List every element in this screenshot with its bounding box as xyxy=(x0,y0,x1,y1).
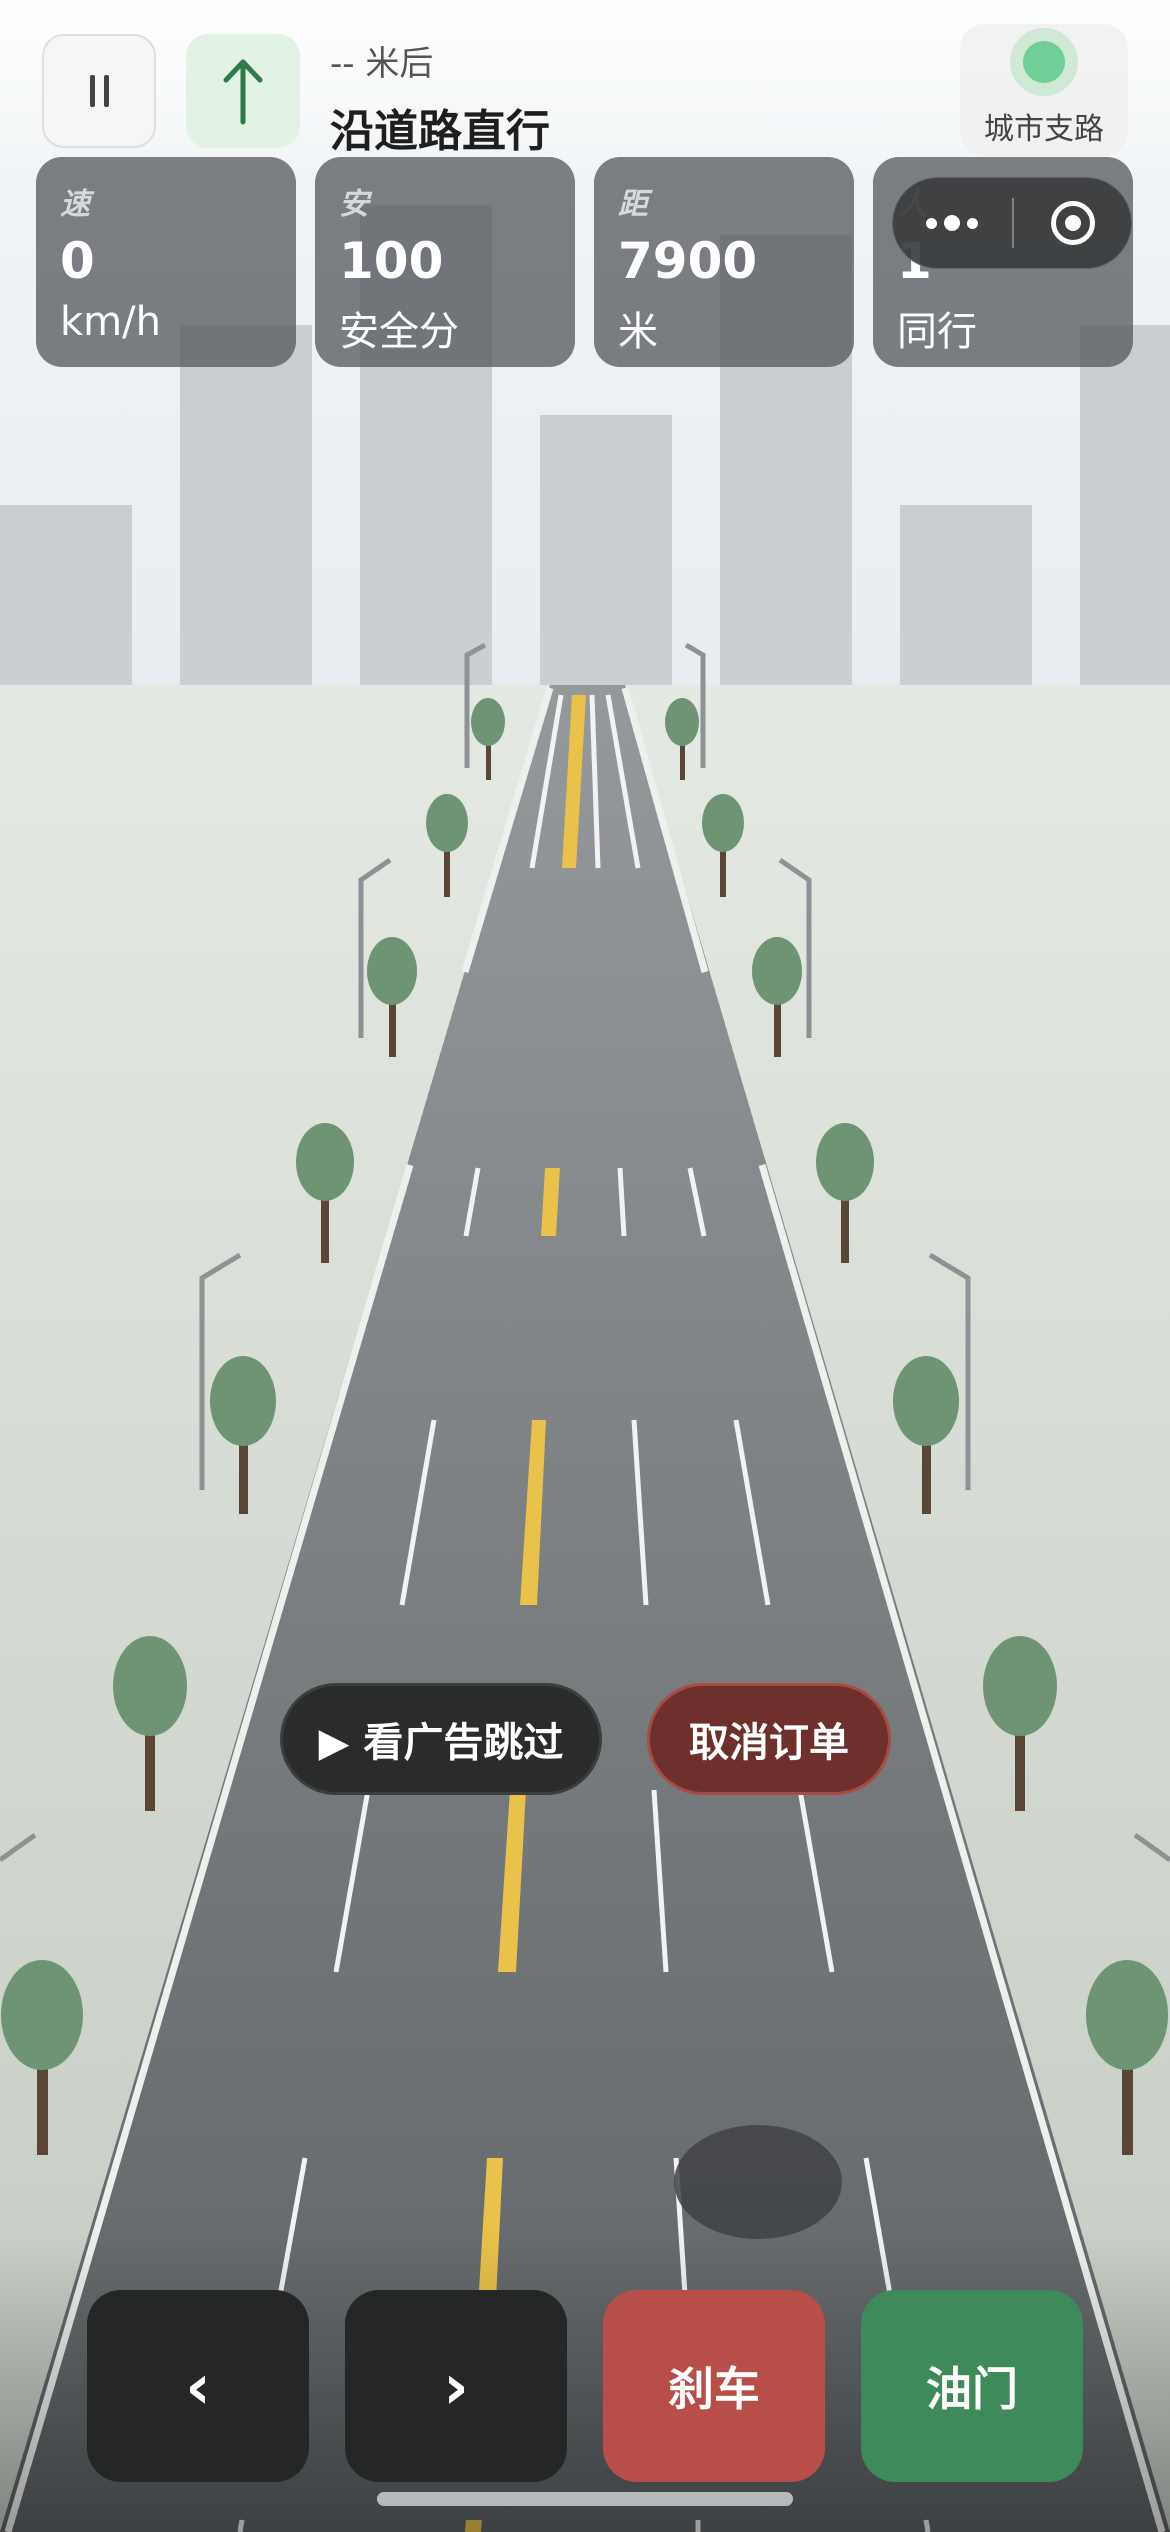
direction-indicator xyxy=(186,34,300,148)
pause-icon xyxy=(89,75,109,107)
brake-button[interactable]: 刹车 xyxy=(603,2290,825,2482)
stat-unit: 安全分 xyxy=(339,309,459,355)
pause-button[interactable] xyxy=(42,34,156,148)
arrow-up-icon xyxy=(223,59,263,125)
target-circle-icon[interactable] xyxy=(1015,178,1131,268)
capsule-divider xyxy=(1012,198,1014,248)
home-indicator xyxy=(377,2492,793,2506)
ad-skip-button[interactable]: ▶ 看广告跳过 xyxy=(280,1683,602,1795)
car-shadow xyxy=(674,2125,842,2239)
cancel-order-button[interactable]: 取消订单 xyxy=(647,1683,891,1795)
distance-text: -- 米后 xyxy=(330,44,434,84)
stat-card-distance: 距 7900 米 xyxy=(594,157,854,367)
stat-value: 100 xyxy=(339,232,444,290)
stat-card-speed: 速 0 km/h xyxy=(36,157,296,367)
throttle-button[interactable]: 油门 xyxy=(861,2290,1083,2482)
instruction-text: 沿道路直行 xyxy=(330,106,550,157)
stat-key: 安 xyxy=(339,187,369,222)
miniprogram-capsule xyxy=(892,177,1132,269)
stat-key: 速 xyxy=(60,187,90,222)
stat-value: 0 xyxy=(60,232,95,290)
more-dots-icon[interactable] xyxy=(893,178,1011,268)
steer-left-button[interactable]: ‹ xyxy=(87,2290,309,2482)
road-scene xyxy=(0,0,1170,2532)
stat-value: 7900 xyxy=(618,232,758,290)
steer-right-button[interactable]: › xyxy=(345,2290,567,2482)
stat-unit: km/h xyxy=(60,299,161,345)
road-type-panel: 城市支路 xyxy=(960,24,1128,156)
road-status-dot xyxy=(1010,28,1078,96)
road-type-label: 城市支路 xyxy=(984,112,1104,147)
stat-card-safety: 安 100 安全分 xyxy=(315,157,575,367)
stat-unit: 同行 xyxy=(897,309,977,355)
stat-key: 距 xyxy=(618,187,648,222)
stat-unit: 米 xyxy=(618,309,658,355)
